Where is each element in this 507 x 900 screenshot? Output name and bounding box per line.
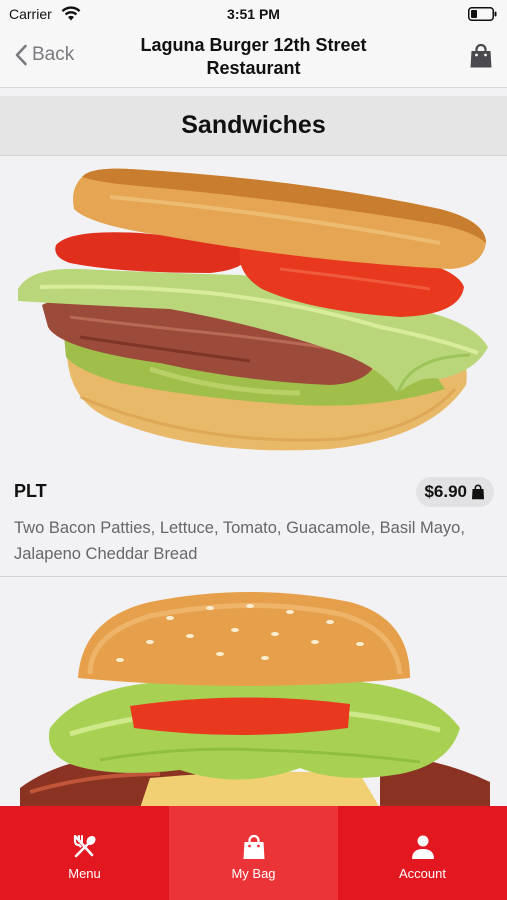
menu-item[interactable]: PLT $6.90 Two Bacon Patties, Lettuce, To…	[0, 157, 507, 577]
section-title: Sandwiches	[181, 111, 326, 139]
burger-image	[20, 592, 490, 806]
tab-my-bag-label: My Bag	[231, 866, 276, 881]
page-title: Laguna Burger 12th Street Restaurant	[100, 34, 407, 80]
section-header: Sandwiches	[0, 96, 507, 156]
tab-account-label: Account	[399, 866, 446, 881]
item-name: PLT	[14, 481, 47, 501]
person-icon	[411, 835, 434, 859]
chevron-left-icon	[15, 44, 27, 66]
tab-my-bag[interactable]: My Bag	[169, 806, 338, 900]
menu-item[interactable]	[0, 578, 507, 806]
shopping-bag-icon	[472, 484, 484, 500]
back-button[interactable]: Back	[14, 41, 74, 69]
status-bar: Carrier 3:51 PM	[0, 0, 507, 28]
status-time: 3:51 PM	[227, 6, 280, 22]
tab-menu-label: Menu	[68, 866, 101, 881]
menu-item-list[interactable]: PLT $6.90 Two Bacon Patties, Lettuce, To…	[0, 157, 507, 806]
tab-bar: Menu My Bag Account	[0, 806, 507, 900]
tab-menu[interactable]: Menu	[0, 806, 169, 900]
navigation-bar: Back Laguna Burger 12th Street Restauran…	[0, 28, 507, 88]
plt-sandwich-image	[18, 168, 488, 451]
fork-spoon-icon	[73, 834, 96, 858]
page-title-line-2: Restaurant	[206, 58, 301, 78]
item-description: Two Bacon Patties, Lettuce, Tomato, Guac…	[14, 519, 465, 563]
add-to-bag-price-button[interactable]: $6.90	[416, 477, 494, 507]
shopping-bag-icon	[243, 834, 264, 859]
back-button-label: Back	[32, 44, 75, 65]
shopping-bag-icon[interactable]	[469, 43, 493, 69]
battery-icon	[468, 7, 497, 21]
page-title-line-1: Laguna Burger 12th Street	[140, 35, 367, 55]
tab-account[interactable]: Account	[338, 806, 507, 900]
item-price: $6.90	[424, 482, 467, 501]
